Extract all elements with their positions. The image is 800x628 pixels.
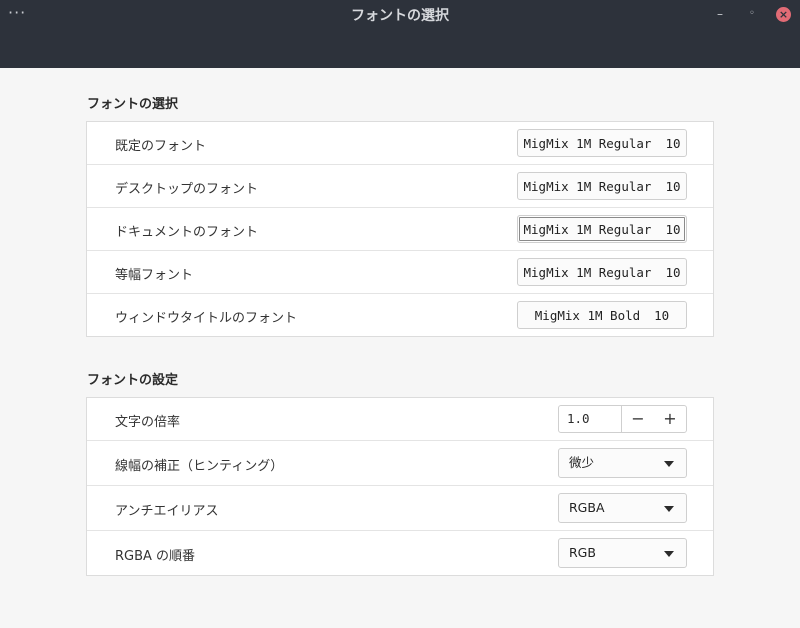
close-icon[interactable]: ×	[776, 7, 791, 22]
font-name: MigMix 1M Regular	[523, 178, 652, 194]
rgba-order-label: RGBA の順番	[115, 549, 196, 564]
font-row-window-title: ウィンドウタイトルのフォント MigMix 1M Bold 10	[87, 294, 713, 336]
font-size: 10	[665, 264, 681, 280]
decrease-button[interactable]: −	[622, 406, 654, 432]
font-row-desktop: デスクトップのフォント MigMix 1M Regular 10	[87, 165, 713, 208]
hinting-dropdown[interactable]: 微少	[558, 448, 687, 478]
font-row-label: ウィンドウタイトルのフォント	[115, 311, 298, 326]
rgba-order-value: RGB	[569, 545, 596, 560]
default-font-button[interactable]: MigMix 1M Regular 10	[517, 129, 687, 157]
settings-section-title: フォントの設定	[87, 373, 179, 388]
antialiasing-row: アンチエイリアス RGBA	[87, 486, 713, 531]
scaling-row: 文字の倍率 1.0 − +	[87, 398, 713, 441]
font-size: 10	[665, 135, 681, 151]
desktop-font-button[interactable]: MigMix 1M Regular 10	[517, 172, 687, 200]
window-title: フォントの選択	[351, 8, 449, 24]
antialiasing-dropdown[interactable]: RGBA	[558, 493, 687, 523]
chevron-down-icon	[664, 461, 674, 467]
font-row-label: デスクトップのフォント	[115, 182, 259, 197]
font-row-label: 等幅フォント	[115, 268, 194, 283]
window-title-font-button[interactable]: MigMix 1M Bold 10	[517, 301, 687, 329]
font-name: MigMix 1M Regular	[523, 264, 652, 280]
maximize-icon[interactable]: ◦	[744, 6, 760, 22]
font-row-document: ドキュメントのフォント MigMix 1M Regular 10	[87, 208, 713, 251]
minimize-icon[interactable]: –	[712, 6, 728, 22]
increase-button[interactable]: +	[654, 406, 686, 432]
font-size: 10	[654, 307, 670, 323]
fonts-panel: 既定のフォント MigMix 1M Regular 10 デスクトップのフォント…	[86, 121, 714, 337]
font-name: MigMix 1M Bold	[534, 307, 641, 323]
hinting-row: 線幅の補正（ヒンティング） 微少	[87, 441, 713, 486]
fonts-section-title: フォントの選択	[87, 97, 179, 112]
font-size: 10	[665, 178, 681, 194]
scaling-spinbutton: 1.0 − +	[558, 405, 687, 433]
chevron-down-icon	[664, 506, 674, 512]
font-row-monospace: 等幅フォント MigMix 1M Regular 10	[87, 251, 713, 294]
font-row-default: 既定のフォント MigMix 1M Regular 10	[87, 122, 713, 165]
document-font-button[interactable]: MigMix 1M Regular 10	[517, 215, 687, 243]
rgba-order-dropdown[interactable]: RGB	[558, 538, 687, 568]
antialiasing-value: RGBA	[569, 500, 605, 515]
rgba-order-row: RGBA の順番 RGB	[87, 531, 713, 575]
settings-panel: 文字の倍率 1.0 − + 線幅の補正（ヒンティング） 微少 アンチエイリアス …	[86, 397, 714, 576]
title-bar: ··· フォントの選択 – ◦ ×	[0, 0, 800, 68]
antialiasing-label: アンチエイリアス	[115, 504, 219, 519]
scaling-label: 文字の倍率	[115, 415, 181, 430]
monospace-font-button[interactable]: MigMix 1M Regular 10	[517, 258, 687, 286]
font-name: MigMix 1M Regular	[523, 135, 652, 151]
scaling-value-input[interactable]: 1.0	[559, 406, 622, 432]
font-name: MigMix 1M Regular	[523, 221, 652, 237]
font-row-label: 既定のフォント	[115, 139, 207, 154]
font-size: 10	[665, 221, 681, 237]
hinting-label: 線幅の補正（ヒンティング）	[115, 459, 284, 474]
chevron-down-icon	[664, 551, 674, 557]
hinting-value: 微少	[569, 455, 595, 470]
font-row-label: ドキュメントのフォント	[115, 225, 259, 240]
